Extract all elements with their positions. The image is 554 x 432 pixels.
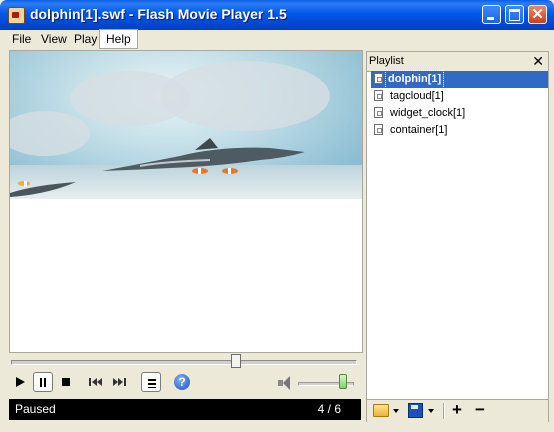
save-icon[interactable]	[408, 403, 423, 418]
window-title: dolphin[1].swf - Flash Movie Player 1.5	[30, 6, 287, 22]
help-button[interactable]: ?	[172, 372, 192, 392]
playlist-close-icon[interactable]: ✕	[532, 53, 544, 69]
list-icon	[148, 379, 156, 388]
app-icon	[8, 7, 25, 24]
playlist-item-label: container[1]	[390, 124, 448, 136]
minimize-button[interactable]	[482, 5, 501, 24]
seek-bar[interactable]	[11, 360, 357, 365]
playlist-item-label: tagcloud[1]	[390, 90, 444, 102]
menu-file[interactable]: File	[6, 30, 37, 48]
file-icon	[374, 73, 383, 84]
open-folder-icon[interactable]	[373, 404, 389, 417]
previous-button[interactable]	[86, 372, 106, 392]
volume-thumb[interactable]	[339, 374, 348, 389]
remove-item-button[interactable]: −	[475, 401, 485, 419]
stop-icon	[62, 378, 70, 386]
maximize-button[interactable]	[505, 5, 524, 24]
chevron-down-icon[interactable]	[428, 409, 434, 413]
stop-button[interactable]	[56, 372, 76, 392]
file-icon	[374, 107, 383, 118]
playlist-panel: Playlist ✕ dolphin[1] tagcloud[1] widget…	[366, 51, 549, 422]
play-button[interactable]	[10, 372, 30, 392]
close-icon: ✕	[531, 6, 544, 23]
file-icon	[374, 90, 383, 101]
title-bar[interactable]: dolphin[1].swf - Flash Movie Player 1.5 …	[0, 0, 554, 30]
rock-shape	[10, 111, 90, 156]
status-text: Paused	[15, 402, 56, 416]
playlist-item[interactable]: widget_clock[1]	[371, 105, 548, 122]
player-pane: ? Paused 4 / 6	[7, 49, 363, 422]
file-icon	[374, 124, 383, 135]
chevron-down-icon[interactable]	[393, 409, 399, 413]
playlist-item[interactable]: container[1]	[371, 122, 548, 139]
track-position: 4 / 6	[317, 402, 341, 416]
menu-help[interactable]: Help	[99, 29, 138, 49]
seek-thumb[interactable]	[231, 354, 242, 368]
status-bar: Paused 4 / 6	[9, 399, 361, 420]
fish-image	[222, 168, 238, 174]
pause-icon	[40, 378, 42, 387]
rock-shape	[160, 61, 330, 131]
next-button[interactable]	[109, 372, 129, 392]
add-item-button[interactable]: +	[452, 401, 462, 419]
help-icon: ?	[174, 374, 190, 390]
next-icon	[112, 378, 126, 386]
toolbar-divider	[443, 403, 445, 419]
playlist-header: Playlist ✕	[367, 52, 548, 72]
playlist-item[interactable]: dolphin[1]	[371, 70, 548, 89]
fish-image	[18, 181, 30, 187]
playlist-item-label: widget_clock[1]	[390, 107, 466, 119]
speaker-icon[interactable]	[277, 375, 293, 391]
fish-image	[192, 168, 208, 174]
previous-icon	[89, 378, 103, 386]
playlist-item[interactable]: tagcloud[1]	[371, 88, 548, 105]
playlist-list: dolphin[1] tagcloud[1] widget_clock[1] c…	[371, 70, 548, 139]
pause-button[interactable]	[33, 372, 53, 392]
playlist-toggle-button[interactable]	[141, 372, 161, 392]
movie-viewport[interactable]	[9, 50, 363, 353]
playlist-toolbar: + −	[367, 399, 548, 422]
playlist-item-label: dolphin[1]	[384, 70, 445, 89]
play-icon	[16, 377, 25, 387]
close-button[interactable]: ✕	[528, 5, 547, 24]
playlist-title: Playlist	[369, 55, 404, 67]
menu-bar: File View Play Help	[4, 29, 550, 49]
movie-frame	[10, 51, 362, 199]
